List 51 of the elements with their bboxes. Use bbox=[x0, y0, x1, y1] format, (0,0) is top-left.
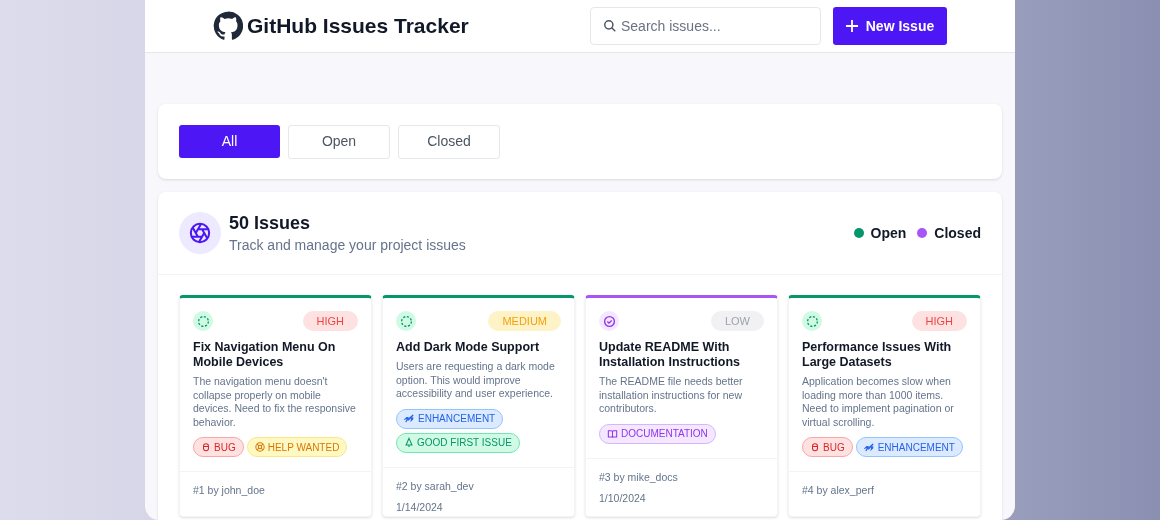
book-icon bbox=[607, 428, 618, 439]
issue-author: #3 by mike_docs bbox=[599, 469, 679, 485]
issue-card[interactable]: MEDIUM Add Dark Mode Support Users are requesting a dark mode option. This would improve accessibility and user experience. ENHANCEMENT GOOD FIRST ISSUE #2 by sarah_dev 1/14/2024 bbox=[382, 295, 575, 517]
open-status-icon bbox=[802, 311, 822, 331]
issue-date: 1/14/2024 bbox=[396, 500, 444, 516]
github-logo-icon bbox=[213, 11, 243, 41]
plus-icon bbox=[845, 20, 858, 32]
issue-label: ENHANCEMENT bbox=[855, 437, 963, 457]
issue-title: Update README With Installation Instructions bbox=[599, 340, 741, 370]
issue-description: The README file needs better installation instructions for new contributors. bbox=[599, 375, 744, 416]
issue-label: ENHANCEMENT bbox=[396, 408, 504, 429]
issue-label: BUG bbox=[802, 437, 853, 457]
app-title: GitHub Issues Tracker bbox=[247, 13, 469, 40]
issue-author: #4 by alex_perf bbox=[802, 483, 875, 498]
issues-subtitle: Track and manage your project issues bbox=[229, 235, 466, 255]
priority-badge: HIGH bbox=[911, 311, 967, 331]
issue-card[interactable]: LOW Update README With Installation Instructions The README file needs better installation instructions for new contributors. DOCUMENTATION #3 by mike_docs 1/10/2024 bbox=[585, 295, 778, 517]
issue-label: DOCUMENTATION bbox=[599, 423, 716, 444]
lifebuoy-icon bbox=[254, 442, 265, 452]
issue-label: GOOD FIRST ISSUE bbox=[396, 432, 520, 453]
issue-description: The navigation menu doesn't collapse properly on mobile devices. Need to fix the responsive behavior. bbox=[193, 375, 357, 429]
bell-icon bbox=[404, 437, 414, 448]
search-field[interactable]: Search issues... bbox=[590, 7, 821, 45]
issue-title: Add Dark Mode Support bbox=[396, 340, 541, 355]
issue-label: HELP WANTED bbox=[246, 437, 348, 457]
issue-author: #1 by john_doe bbox=[193, 483, 266, 498]
priority-badge: LOW bbox=[710, 311, 764, 331]
new-issue-button[interactable]: New Issue bbox=[833, 7, 947, 45]
filter-tab[interactable]: All bbox=[179, 125, 280, 158]
issues-badge-icon bbox=[179, 212, 221, 254]
issue-card[interactable]: HIGH Fix Navigation Menu On Mobile Devices The navigation menu doesn't collapse properly on mobile devices. Need to fix the responsive behavior. BUG HELP WANTED #1 by john_doe bbox=[179, 295, 372, 517]
bug-icon bbox=[810, 442, 820, 452]
issue-description: Application becomes slow when loading more than 1000 items. Need to implement pagination or virtual scrolling. bbox=[802, 375, 955, 429]
search-icon bbox=[603, 19, 617, 33]
issue-label: BUG bbox=[193, 437, 244, 457]
priority-badge: HIGH bbox=[302, 311, 358, 331]
open-status-icon bbox=[396, 311, 416, 331]
issues-count: 50 Issues bbox=[229, 211, 312, 235]
legend-label: Open bbox=[870, 223, 907, 243]
bug-icon bbox=[201, 442, 211, 452]
filter-tab[interactable]: Closed bbox=[398, 124, 500, 159]
issue-date: 1/10/2024 bbox=[599, 491, 647, 507]
legend-label: Closed bbox=[934, 223, 981, 243]
open-status-icon bbox=[193, 311, 213, 331]
filter-tab[interactable]: Open bbox=[288, 124, 390, 159]
priority-badge: MEDIUM bbox=[488, 311, 561, 331]
issue-card[interactable]: HIGH Performance Issues With Large Datasets Application becomes slow when loading more than 1000 items. Need to implement pagination or virtual scrolling. BUG ENHANCEMENT #4 by alex_perf bbox=[788, 295, 981, 517]
issue-author: #2 by sarah_dev bbox=[396, 478, 475, 494]
issue-title: Fix Navigation Menu On Mobile Devices bbox=[193, 340, 337, 370]
issue-description: Users are requesting a dark mode option. This would improve accessibility and user experience. bbox=[396, 360, 556, 401]
issue-title: Performance Issues With Large Datasets bbox=[802, 340, 953, 370]
